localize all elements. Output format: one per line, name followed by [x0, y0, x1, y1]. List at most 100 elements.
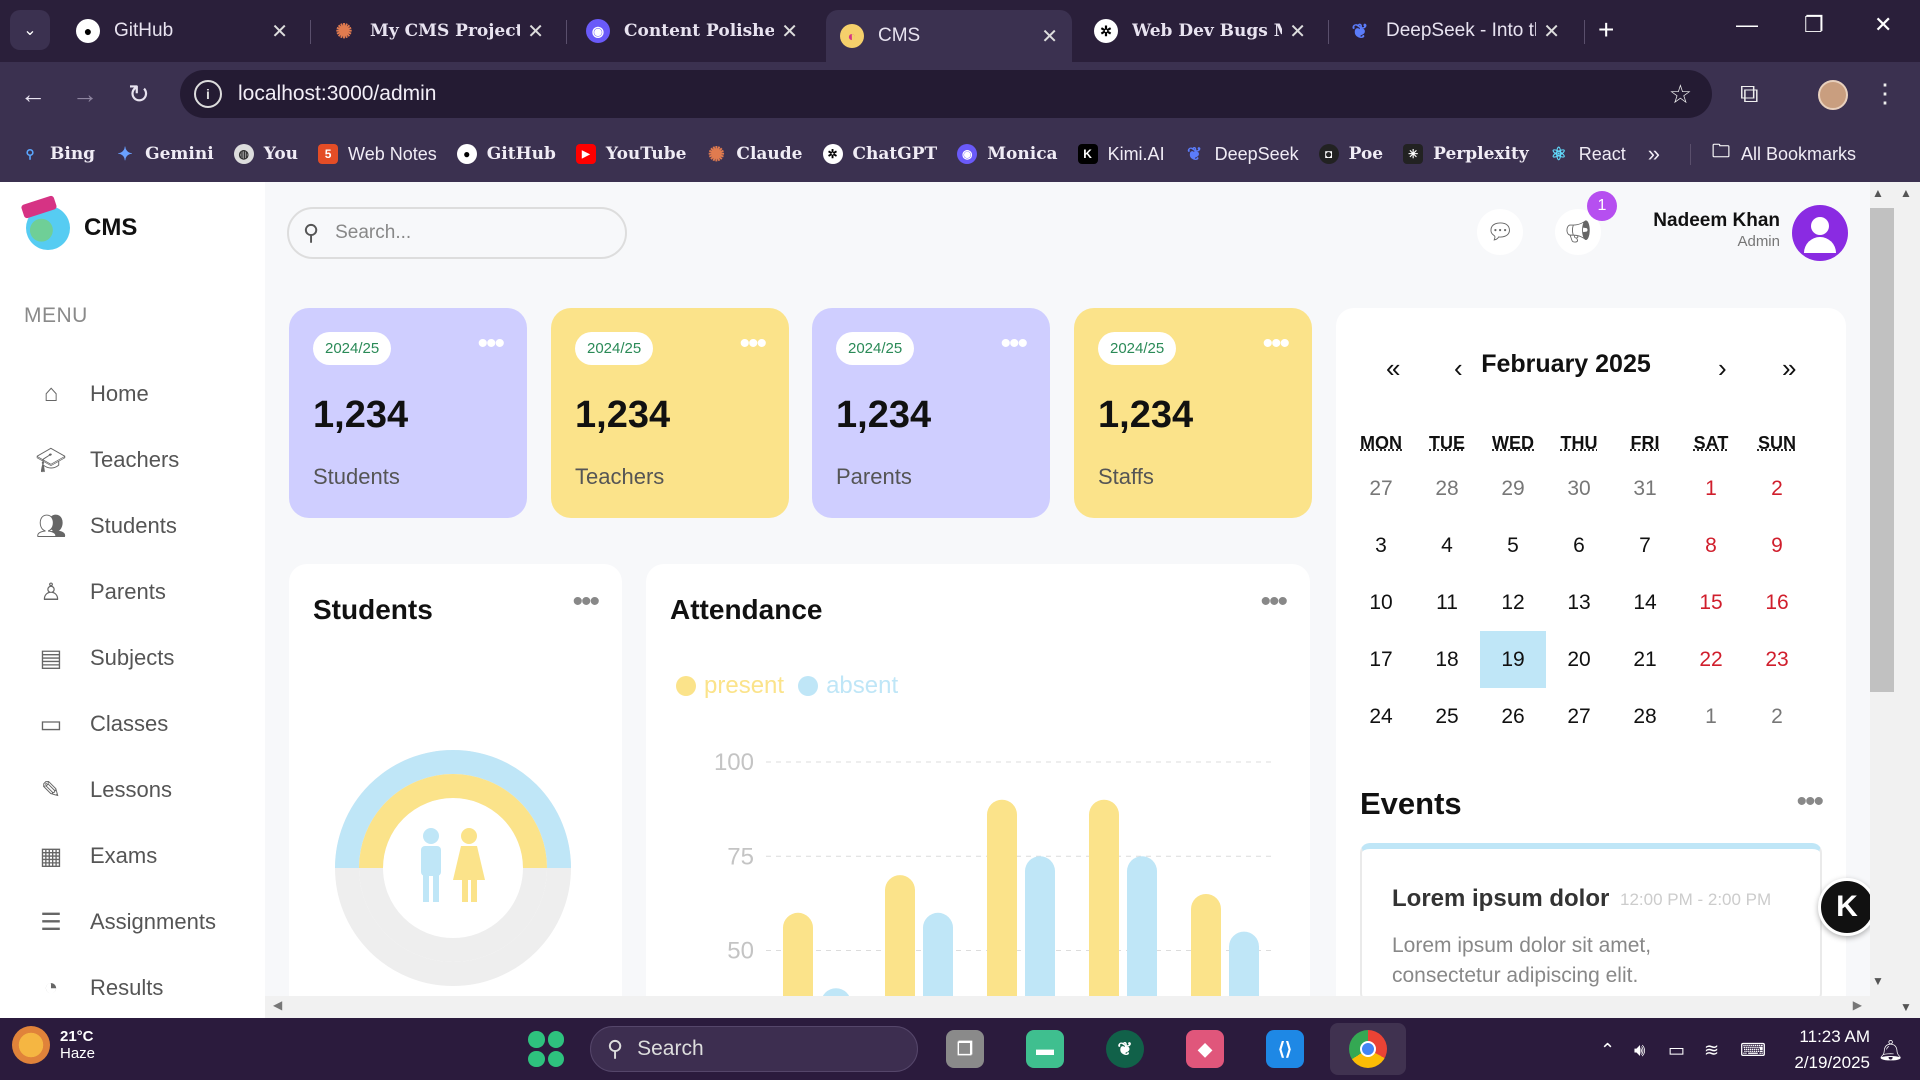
more-options-icon[interactable]: •••	[1796, 787, 1823, 817]
bookmark-github[interactable]: ● GitHub	[456, 144, 556, 164]
horizontal-scrollbar[interactable]: ◀ ▶	[265, 996, 1870, 1018]
close-icon[interactable]: ✕	[1041, 24, 1058, 49]
close-icon[interactable]: ✕	[1289, 19, 1306, 44]
keyboard-icon[interactable]: ⌨	[1740, 1040, 1766, 1061]
calendar-day[interactable]: 7	[1612, 517, 1678, 574]
file-explorer-icon[interactable]: ▬	[1026, 1030, 1064, 1068]
calendar-month-title[interactable]: February 2025	[1456, 350, 1676, 379]
calendar-day[interactable]: 6	[1546, 517, 1612, 574]
vscode-icon[interactable]: ⟨⟩	[1266, 1030, 1304, 1068]
notification-bell-icon[interactable]: 🔔︎	[1878, 1038, 1903, 1063]
sidebar-item-subjects[interactable]: ▤ Subjects	[36, 638, 175, 678]
sidebar-item-teachers[interactable]: 🎓︎ Teachers	[36, 440, 180, 480]
calendar-day[interactable]: 14	[1612, 574, 1678, 631]
calendar-day[interactable]: 9	[1744, 517, 1810, 574]
bookmark-monica[interactable]: ◉ Monica	[957, 144, 1058, 164]
all-bookmarks[interactable]: 🗀 All Bookmarks	[1690, 141, 1856, 165]
more-options-icon[interactable]: •••	[1262, 329, 1289, 359]
next-year-button[interactable]: »	[1782, 353, 1796, 384]
search-input[interactable]	[335, 222, 596, 244]
sidebar-item-lessons[interactable]: ✎ Lessons	[36, 770, 172, 810]
calendar-day[interactable]: 24	[1348, 688, 1414, 745]
bar-present[interactable]	[987, 799, 1017, 1018]
bookmark-poe[interactable]: ◘ Poe	[1318, 144, 1383, 164]
tab-deepseek[interactable]: ❦ DeepSeek - Into th ✕	[1334, 10, 1574, 52]
tray-overflow-icon[interactable]: ⌃	[1600, 1040, 1615, 1061]
bookmark-youtube[interactable]: ▶ YouTube	[575, 144, 686, 164]
sidebar-item-students[interactable]: 👥︎ Students	[36, 506, 177, 546]
user-avatar[interactable]	[1792, 205, 1848, 261]
bookmark-web-notes[interactable]: 5 Web Notes	[318, 144, 437, 165]
bookmark-react[interactable]: ⚛ React	[1549, 144, 1626, 165]
calendar-day[interactable]: 28	[1612, 688, 1678, 745]
restore-button[interactable]: ❐	[1804, 12, 1824, 38]
battery-icon[interactable]: ▭	[1668, 1040, 1685, 1061]
bookmark-bing[interactable]: ⚲ Bing	[20, 144, 95, 164]
prev-year-button[interactable]: «	[1386, 353, 1400, 384]
tab-github[interactable]: ● GitHub ✕	[62, 10, 302, 52]
task-view-icon[interactable]: ❐	[946, 1030, 984, 1068]
close-window-button[interactable]: ✕	[1874, 12, 1892, 38]
bookmark-you[interactable]: ◍ You	[233, 144, 298, 164]
calendar-day[interactable]: 29	[1480, 460, 1546, 517]
calendar-day[interactable]: 27	[1348, 460, 1414, 517]
git-icon[interactable]: ◆	[1186, 1030, 1224, 1068]
bar-absent[interactable]	[1127, 856, 1157, 1018]
calendar-day[interactable]: 25	[1414, 688, 1480, 745]
calendar-day[interactable]: 30	[1546, 460, 1612, 517]
bookmark-star-icon[interactable]: ☆	[1669, 79, 1692, 110]
tab-web-dev-bugs[interactable]: ✲ Web Dev Bugs Mc ✕	[1080, 10, 1320, 52]
close-icon[interactable]: ✕	[1543, 19, 1560, 44]
calendar-day[interactable]: 17	[1348, 631, 1414, 688]
bookmark-gemini[interactable]: ✦ Gemini	[115, 144, 214, 165]
calendar-day[interactable]: 1	[1678, 688, 1744, 745]
kimi-floating-button[interactable]: K	[1818, 878, 1870, 936]
weather-widget[interactable]: 21°C Haze	[12, 1026, 95, 1064]
calendar-day[interactable]: 19	[1480, 631, 1546, 688]
calendar-day[interactable]: 20	[1546, 631, 1612, 688]
calendar-day[interactable]: 28	[1414, 460, 1480, 517]
event-card[interactable]: Lorem ipsum dolor 12:00 PM - 2:00 PM Lor…	[1360, 843, 1822, 1003]
omnibox[interactable]: i localhost:3000/admin ☆	[180, 70, 1712, 118]
calendar-day[interactable]: 16	[1744, 574, 1810, 631]
bar-absent[interactable]	[1025, 856, 1055, 1018]
site-info-icon[interactable]: i	[194, 80, 222, 108]
calendar-day[interactable]: 8	[1678, 517, 1744, 574]
tab-content-polisher[interactable]: ◉ Content Polisher ✕	[572, 10, 812, 52]
close-icon[interactable]: ✕	[781, 19, 798, 44]
tab-cms[interactable]: ◐ CMS ✕	[826, 10, 1072, 62]
calendar-day[interactable]: 1	[1678, 460, 1744, 517]
more-options-icon[interactable]: •••	[739, 329, 766, 359]
bar-present[interactable]	[1089, 799, 1119, 1018]
calendar-day[interactable]: 21	[1612, 631, 1678, 688]
sidebar-item-parents[interactable]: ♙ Parents	[36, 572, 166, 612]
mongodb-compass-icon[interactable]: ❦	[1106, 1030, 1144, 1068]
more-bookmarks-icon[interactable]: »	[1648, 141, 1660, 167]
start-button[interactable]	[528, 1031, 564, 1067]
more-options-icon[interactable]: •••	[1000, 329, 1027, 359]
calendar-day[interactable]: 26	[1480, 688, 1546, 745]
url-text[interactable]: localhost:3000/admin	[238, 82, 436, 106]
wifi-icon[interactable]: ≋	[1704, 1040, 1719, 1061]
profile-avatar[interactable]	[1818, 80, 1848, 110]
bookmark-chatgpt[interactable]: ✲ ChatGPT	[822, 144, 937, 164]
calendar-day[interactable]: 3	[1348, 517, 1414, 574]
calendar-day[interactable]: 4	[1414, 517, 1480, 574]
bookmark-perplexity[interactable]: ✳ Perplexity	[1403, 144, 1529, 164]
chrome-icon[interactable]	[1330, 1023, 1406, 1075]
new-tab-button[interactable]: +	[1598, 14, 1614, 46]
calendar-day[interactable]: 15	[1678, 574, 1744, 631]
calendar-day[interactable]: 2	[1744, 688, 1810, 745]
calendar-day[interactable]: 2	[1744, 460, 1810, 517]
scrollbar-thumb[interactable]	[1870, 208, 1894, 692]
calendar-day[interactable]: 13	[1546, 574, 1612, 631]
sidebar-item-results[interactable]: ◔ Results	[36, 968, 164, 1008]
sidebar-item-home[interactable]: ⌂ Home	[36, 374, 149, 414]
vertical-scrollbar[interactable]: ▲ ▼ ▲ ▼	[1870, 182, 1920, 1018]
sidebar-item-assignments[interactable]: ☰ Assignments	[36, 902, 216, 942]
volume-icon[interactable]: 🔊︎	[1634, 1040, 1645, 1061]
taskbar-search[interactable]: ⚲ Search	[590, 1026, 918, 1072]
bookmark-claude[interactable]: ✺ Claude	[706, 144, 802, 166]
minimize-button[interactable]: —	[1736, 12, 1758, 38]
calendar-day[interactable]: 22	[1678, 631, 1744, 688]
